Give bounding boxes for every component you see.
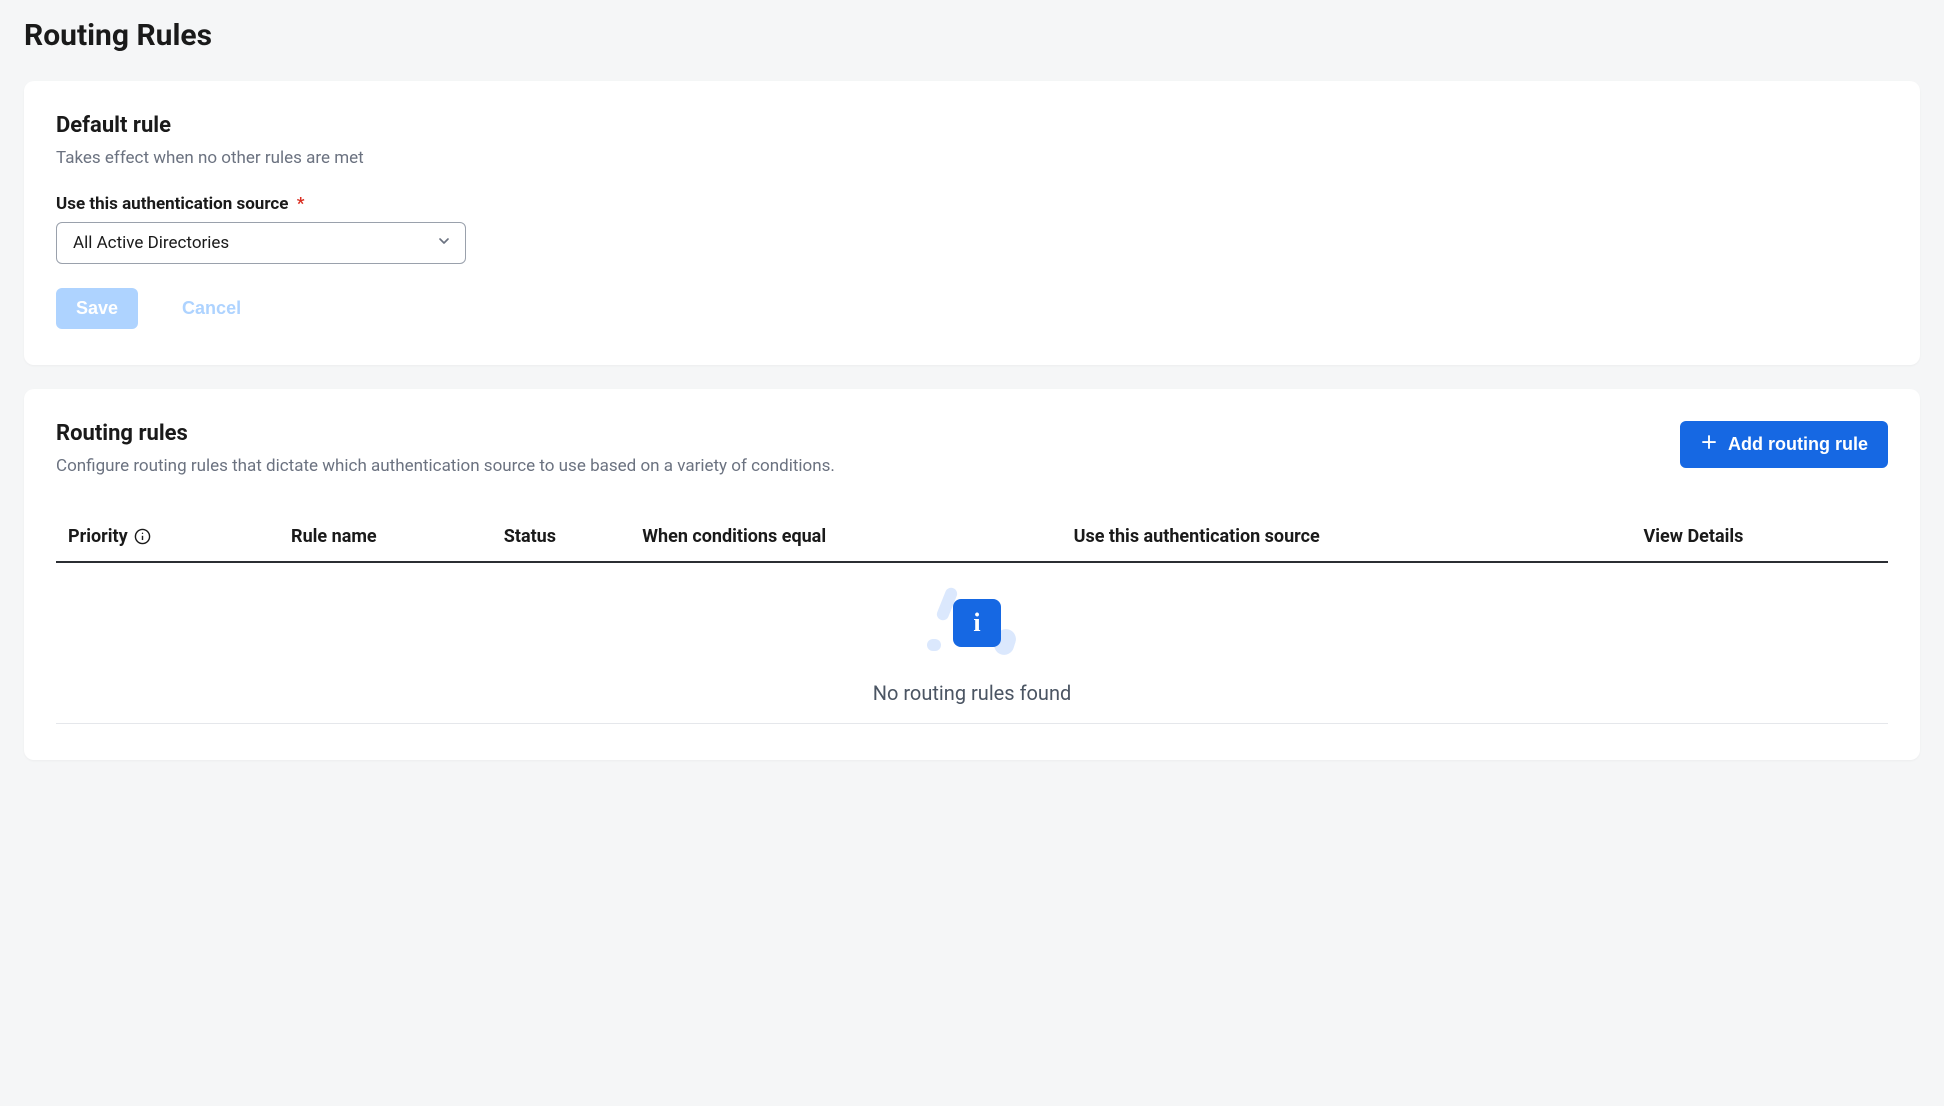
col-priority-label: Priority bbox=[68, 526, 128, 547]
add-routing-rule-label: Add routing rule bbox=[1728, 434, 1868, 455]
default-rule-actions: Save Cancel bbox=[56, 288, 1888, 329]
page-title: Routing Rules bbox=[24, 0, 1920, 81]
default-rule-subtitle: Takes effect when no other rules are met bbox=[56, 148, 1888, 168]
col-status: Status bbox=[504, 512, 642, 562]
auth-source-selected-value: All Active Directories bbox=[73, 233, 229, 253]
empty-row: i No routing rules found bbox=[56, 562, 1888, 724]
auth-source-select-wrapper: All Active Directories bbox=[56, 222, 466, 264]
plus-icon bbox=[1700, 433, 1718, 456]
auth-source-select[interactable]: All Active Directories bbox=[56, 222, 466, 264]
empty-illustration: i bbox=[927, 585, 1017, 663]
col-auth-source: Use this authentication source bbox=[1074, 512, 1644, 562]
auth-source-label: Use this authentication source * bbox=[56, 194, 1888, 214]
info-square-icon: i bbox=[953, 599, 1001, 647]
col-view-details: View Details bbox=[1644, 512, 1888, 562]
empty-state: i No routing rules found bbox=[56, 585, 1888, 705]
save-button[interactable]: Save bbox=[56, 288, 138, 329]
decorative-blob bbox=[927, 639, 941, 651]
col-rule-name: Rule name bbox=[291, 512, 504, 562]
cancel-button[interactable]: Cancel bbox=[162, 288, 261, 329]
col-conditions: When conditions equal bbox=[642, 512, 1073, 562]
info-icon[interactable] bbox=[134, 528, 152, 546]
routing-rules-table: Priority Rule name Status When condition… bbox=[56, 512, 1888, 724]
routing-rules-header: Routing rules Configure routing rules th… bbox=[56, 421, 1888, 502]
default-rule-title: Default rule bbox=[56, 113, 1888, 138]
add-routing-rule-button[interactable]: Add routing rule bbox=[1680, 421, 1888, 468]
routing-rules-title: Routing rules bbox=[56, 421, 1680, 446]
col-priority: Priority bbox=[56, 512, 291, 562]
auth-source-label-text: Use this authentication source bbox=[56, 194, 288, 214]
routing-rules-subtitle: Configure routing rules that dictate whi… bbox=[56, 456, 1680, 476]
routing-rules-card: Routing rules Configure routing rules th… bbox=[24, 389, 1920, 760]
required-asterisk: * bbox=[297, 194, 305, 214]
empty-state-text: No routing rules found bbox=[873, 681, 1072, 705]
default-rule-card: Default rule Takes effect when no other … bbox=[24, 81, 1920, 365]
